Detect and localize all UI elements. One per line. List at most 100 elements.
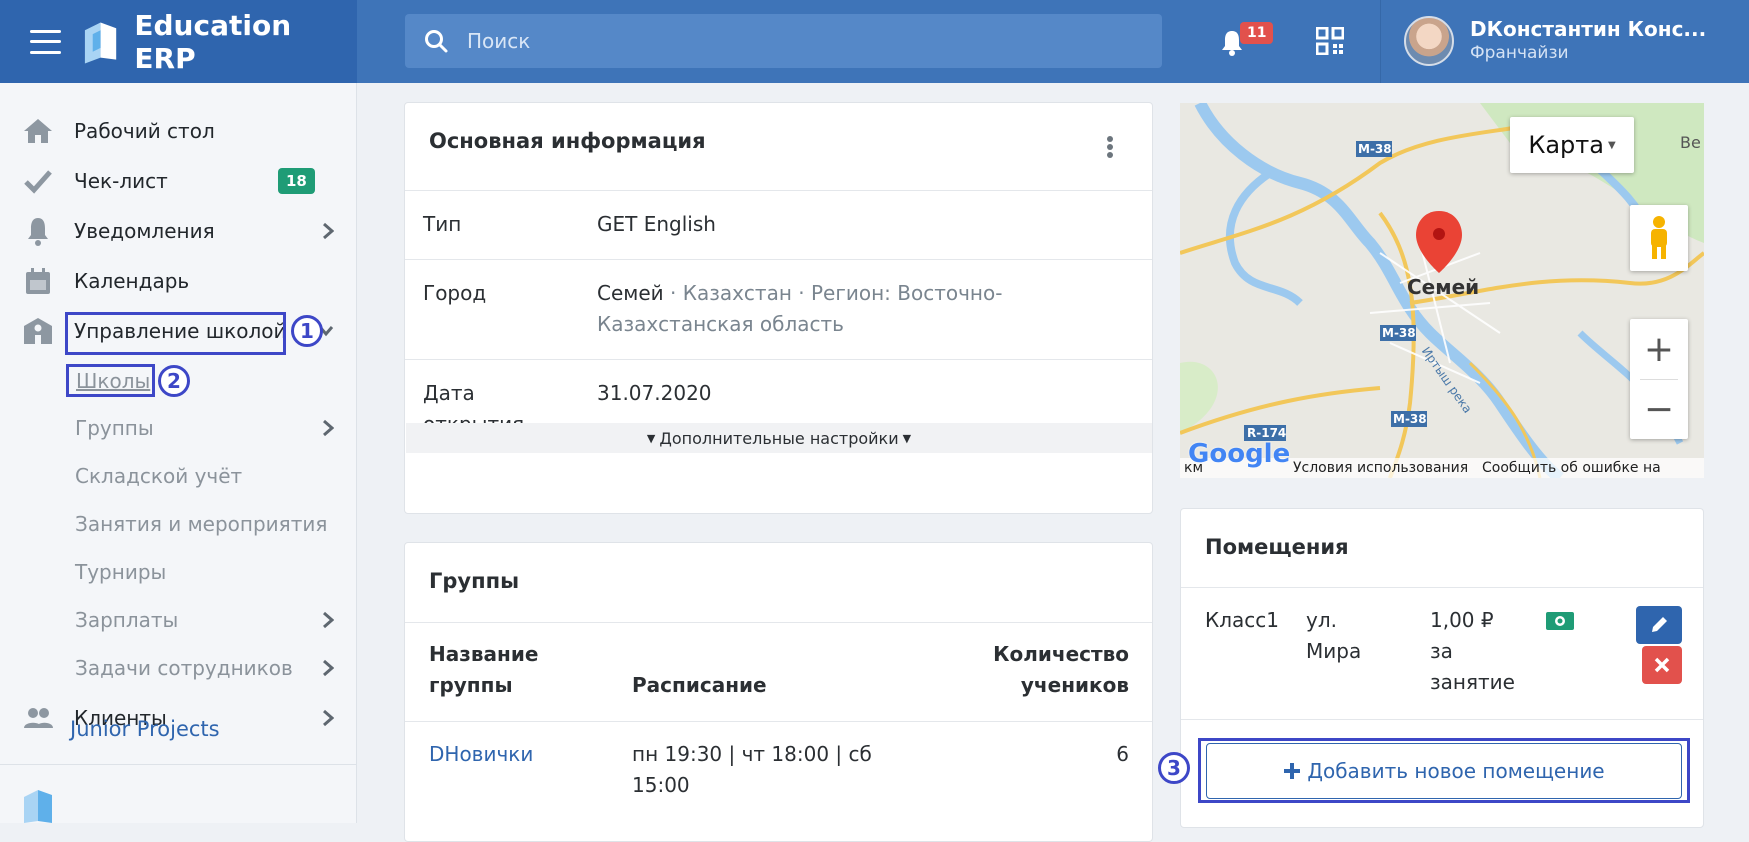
room-price: 1,00 ₽ [1430, 608, 1494, 632]
pegman-icon [1651, 216, 1667, 259]
sidebar-subitem-lessons[interactable]: Занятия и мероприятия [0, 502, 357, 546]
sidebar-item-label: Чек-лист [74, 169, 168, 193]
column-header-name[interactable]: Название группы [429, 639, 559, 701]
map-corner-label: Ве [1680, 133, 1701, 152]
divider [405, 359, 1152, 360]
sidebar-subitem-tournaments[interactable]: Турниры [0, 550, 357, 594]
divider [405, 259, 1152, 260]
search-icon [425, 30, 448, 53]
column-header-schedule[interactable]: Расписание [632, 670, 767, 701]
road-label: M-38 [1358, 142, 1392, 156]
user-name[interactable]: DКонстантин Конс... [1470, 17, 1706, 41]
zoom-controls: + − [1630, 319, 1688, 439]
annotation-marker: 1 [291, 315, 323, 347]
sidebar-subitem-salaries[interactable]: Зарплаты [0, 598, 357, 642]
chevron-right-icon [323, 611, 334, 629]
home-icon [24, 119, 52, 143]
calendar-icon [26, 268, 50, 294]
check-icon [24, 170, 52, 194]
chevron-right-icon [323, 659, 334, 677]
checklist-count-badge: 18 [278, 168, 315, 194]
street-view-button[interactable] [1630, 205, 1688, 271]
group-student-count: 6 [1116, 742, 1129, 766]
divider [1181, 719, 1703, 720]
delete-room-button[interactable] [1642, 646, 1682, 684]
zoom-in-button[interactable]: + [1630, 319, 1688, 379]
map-type-button[interactable]: Карта ▼ [1510, 117, 1634, 173]
city-label: Город [423, 281, 487, 305]
brand-area: Education ERP [0, 0, 357, 83]
card-title: Основная информация [429, 129, 706, 153]
app-logo-icon [85, 21, 117, 64]
app-title: Education ERP [134, 8, 292, 75]
user-divider [1380, 0, 1381, 83]
bell-icon [28, 218, 48, 246]
road-label: R-174 [1247, 426, 1287, 440]
sidebar-subitem-label: Задачи сотрудников [75, 656, 293, 680]
divider [405, 721, 1152, 722]
close-icon [1654, 657, 1670, 673]
sidebar-subitem-label: Складской учёт [75, 464, 243, 488]
user-avatar[interactable] [1404, 16, 1454, 66]
menu-icon[interactable] [30, 29, 62, 54]
sidebar-item-notifications[interactable]: Уведомления [0, 209, 357, 253]
search-input[interactable] [465, 28, 1145, 54]
sidebar-item-calendar[interactable]: Календарь [0, 259, 357, 303]
map-report-link[interactable]: Сообщить об ошибке на карте [1482, 460, 1704, 478]
chevron-right-icon [323, 222, 334, 240]
user-role: Франчайзи [1470, 43, 1569, 63]
users-icon [24, 708, 53, 728]
caret-down-icon: ▼ [1607, 139, 1616, 151]
divider [1181, 587, 1703, 588]
room-address: ул. Мира [1306, 608, 1362, 663]
sidebar: Рабочий стол Чек-лист 18 Уведомления Кал… [0, 83, 357, 823]
sidebar-item-desktop[interactable]: Рабочий стол [0, 109, 357, 153]
main-info-card: Основная информация Тип GET English Горо… [404, 102, 1153, 514]
zoom-out-button[interactable]: − [1630, 379, 1688, 439]
divider [405, 622, 1152, 623]
sidebar-item-checklist[interactable]: Чек-лист 18 [0, 159, 357, 203]
sidebar-subitem-groups[interactable]: Группы [0, 406, 357, 450]
google-logo: Google [1188, 439, 1291, 469]
search-box[interactable] [405, 14, 1162, 68]
qr-code-icon[interactable] [1316, 27, 1344, 55]
type-label: Тип [423, 212, 462, 236]
group-name-link[interactable]: DНовички [429, 739, 533, 770]
highlight-box [1198, 738, 1690, 803]
city-value: Семей · Казахстан · Регион: Восточно-Каз… [597, 278, 1127, 340]
chevron-right-icon [323, 709, 334, 727]
sidebar-footer-label[interactable]: Junior Projects [70, 717, 220, 741]
map-type-label: Карта [1528, 131, 1604, 159]
caret-down-icon: ▼ [646, 431, 656, 445]
card-title: Помещения [1205, 535, 1349, 559]
sidebar-subitem-warehouse[interactable]: Складской учёт [0, 454, 357, 498]
highlight-box [65, 312, 286, 355]
groups-card: Группы Название группы Расписание Количе… [404, 542, 1153, 842]
sidebar-item-label: Рабочий стол [74, 119, 215, 143]
sidebar-subitem-label: Зарплаты [75, 608, 179, 632]
sidebar-item-label: Календарь [74, 269, 190, 293]
map-view[interactable]: M-38 M-38 M-38 R-174 Семей Иртыш река Ве… [1180, 103, 1704, 478]
room-name: Класс1 [1205, 608, 1279, 632]
sidebar-subitem-staff-tasks[interactable]: Задачи сотрудников [0, 646, 357, 690]
sidebar-subitem-label: Турниры [75, 560, 167, 584]
sidebar-footer [0, 764, 356, 823]
more-settings-toggle[interactable]: ▼ Дополнительные настройки ▼ [406, 423, 1152, 453]
more-settings-label: Дополнительные настройки [659, 428, 899, 448]
project-logo-icon [24, 790, 52, 823]
money-icon [1546, 612, 1574, 630]
chevron-right-icon [323, 419, 334, 437]
edit-room-button[interactable] [1636, 606, 1682, 644]
notifications-count-badge: 11 [1240, 22, 1274, 44]
caret-down-icon: ▼ [902, 431, 912, 445]
date-value: 31.07.2020 [597, 381, 712, 405]
more-options-icon[interactable] [1106, 135, 1114, 159]
city-name: Семей [597, 281, 664, 305]
map-terms-link[interactable]: Условия использования [1293, 460, 1468, 476]
column-header-count[interactable]: Количество учеников [975, 639, 1129, 701]
highlight-box [66, 364, 155, 397]
annotation-marker: 2 [158, 365, 190, 397]
room-price-note: за занятие [1430, 639, 1515, 694]
separator: · [663, 281, 683, 305]
road-label: M-38 [1393, 412, 1427, 426]
